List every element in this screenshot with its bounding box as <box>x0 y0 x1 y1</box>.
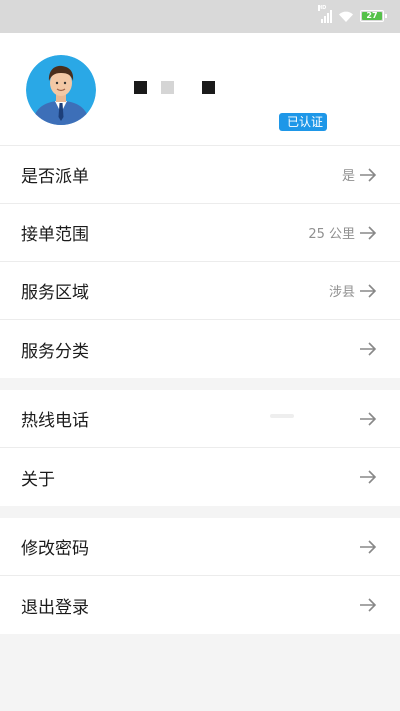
battery-level: 27 <box>362 12 382 20</box>
settings-group-account: 修改密码 退出登录 <box>0 518 400 634</box>
row-service-area[interactable]: 服务区域 涉县 <box>0 262 400 320</box>
row-label: 关于 <box>21 469 55 490</box>
battery-icon: 27 <box>360 10 387 22</box>
row-order-range[interactable]: 接单范围 25 公里 <box>0 204 400 262</box>
row-label: 接单范围 <box>21 225 89 245</box>
avatar-person-icon <box>26 55 96 125</box>
row-label: 服务分类 <box>21 341 89 362</box>
redacted-phone <box>270 414 294 418</box>
row-label: 是否派单 <box>21 167 89 187</box>
row-value: 是 <box>341 169 355 184</box>
arrow-right-icon <box>360 167 377 182</box>
row-logout[interactable]: 退出登录 <box>0 576 400 634</box>
row-value: 涉县 <box>328 285 355 300</box>
hd-label: HD <box>318 5 327 11</box>
arrow-right-icon <box>360 283 377 298</box>
redaction-block <box>161 81 174 94</box>
row-label: 服务区域 <box>21 283 89 303</box>
wifi-icon <box>339 11 353 22</box>
row-about[interactable]: 关于 <box>0 448 400 506</box>
user-name-redacted <box>134 81 215 94</box>
redaction-block <box>202 81 215 94</box>
row-label: 修改密码 <box>21 539 89 559</box>
profile-header[interactable]: 已认证 <box>0 33 400 146</box>
arrow-right-icon <box>360 598 377 612</box>
avatar[interactable] <box>26 55 96 125</box>
status-bar: HD 27 <box>0 0 400 33</box>
row-value: 25 公里 <box>308 227 355 242</box>
settings-group-info: 热线电话 关于 <box>0 390 400 506</box>
arrow-right-icon <box>360 342 377 356</box>
verified-badge: 已认证 <box>279 113 328 131</box>
row-change-password[interactable]: 修改密码 <box>0 518 400 576</box>
row-label: 热线电话 <box>21 411 89 431</box>
arrow-right-icon <box>360 225 377 240</box>
status-icons: HD 27 <box>318 5 387 23</box>
row-service-category[interactable]: 服务分类 <box>0 320 400 378</box>
arrow-right-icon <box>360 411 377 426</box>
arrow-right-icon <box>360 539 377 554</box>
arrow-right-icon <box>360 470 377 484</box>
row-label: 退出登录 <box>21 597 89 618</box>
signal-icon: HD <box>318 5 332 23</box>
redaction-block <box>134 81 147 94</box>
row-dispatch-enabled[interactable]: 是否派单 是 <box>0 146 400 204</box>
settings-group-dispatch: 是否派单 是 接单范围 25 公里 服务区域 涉县 服务分类 <box>0 146 400 378</box>
row-hotline[interactable]: 热线电话 <box>0 390 400 448</box>
